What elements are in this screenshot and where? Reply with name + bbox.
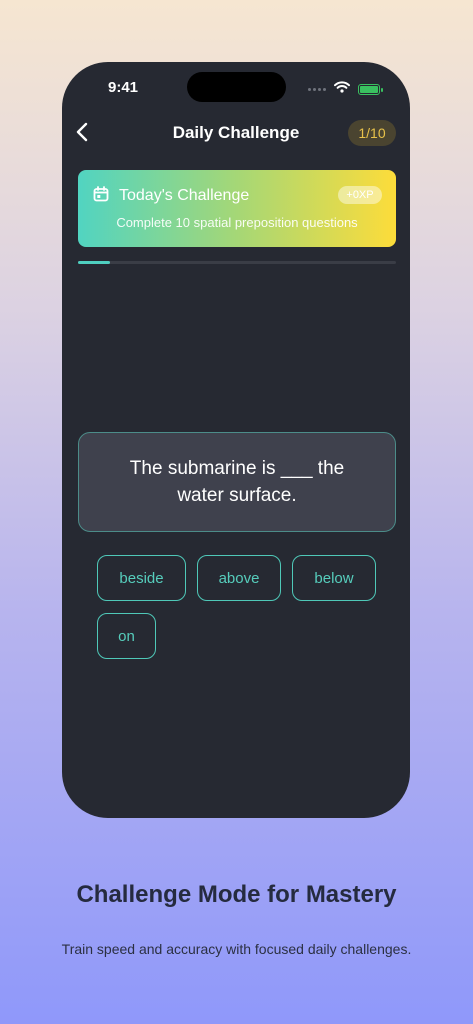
marketing-headline: Challenge Mode for Mastery [76,881,397,908]
phone-frame: 9:41 Daily Challenge 1/10 Today's Challe… [62,62,410,818]
challenge-banner: Today's Challenge +0XP Complete 10 spati… [78,170,396,247]
answer-option-above[interactable]: above [197,555,281,601]
battery-icon [358,83,383,95]
status-icons [308,80,383,98]
marketing-subtitle: Train speed and accuracy with focused da… [61,941,412,957]
wifi-icon [334,80,350,98]
dynamic-island [187,72,286,102]
xp-badge: +0XP [338,186,382,204]
status-time: 9:41 [108,79,139,96]
progress-fill [78,261,110,264]
answer-option-beside[interactable]: beside [97,555,186,601]
answer-option-below[interactable]: below [292,555,376,601]
question-card: The submarine is ___ the water surface. [78,432,396,532]
calendar-icon [93,186,109,207]
banner-subtitle: Complete 10 spatial preposition question… [116,215,358,230]
signal-dots-icon [308,87,326,91]
answer-option-on[interactable]: on [97,613,156,659]
banner-title: Today's Challenge [119,187,250,204]
progress-track [78,261,396,264]
question-text: The submarine is ___ the water surface. [129,458,345,506]
question-progress-badge: 1/10 [348,120,396,146]
